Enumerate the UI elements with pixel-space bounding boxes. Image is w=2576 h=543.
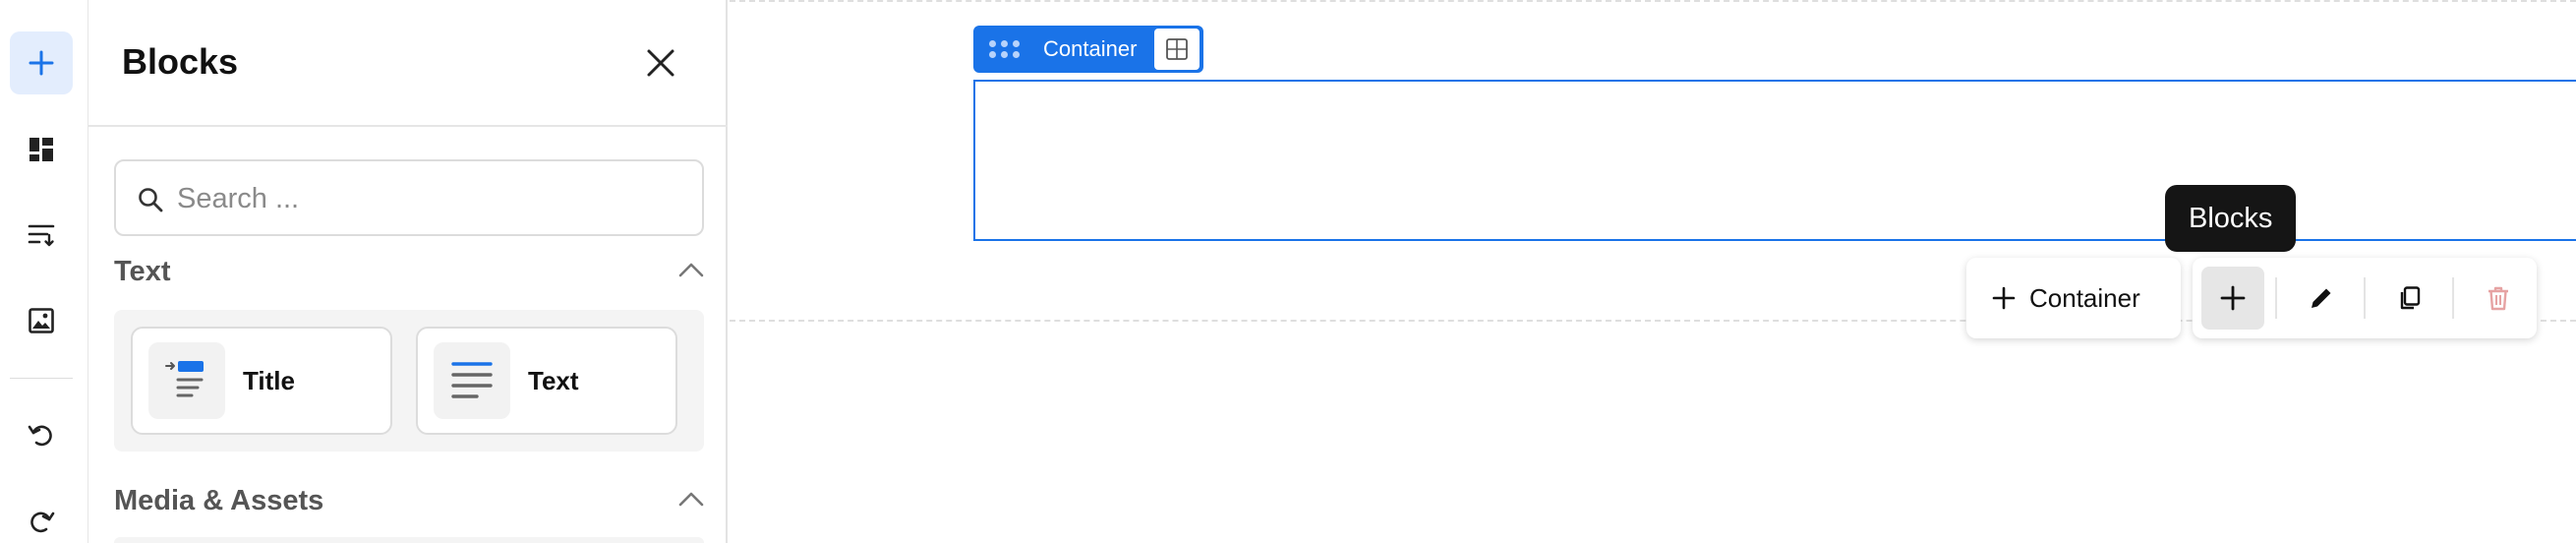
container-label-text: Container bbox=[1043, 36, 1138, 61]
media-blocks-grid bbox=[114, 537, 704, 543]
title-block-icon bbox=[148, 342, 225, 419]
blocks-panel: Blocks Text Title bbox=[88, 0, 728, 543]
chevron-up-icon[interactable] bbox=[678, 491, 704, 507]
add-container-label: Container bbox=[2029, 282, 2140, 313]
editor-canvas: Container Blocks Container bbox=[730, 0, 2576, 543]
container-label[interactable]: Container bbox=[973, 26, 1204, 73]
add-blocks-button[interactable] bbox=[2201, 267, 2264, 330]
dashboard-icon bbox=[29, 138, 53, 161]
plus-icon bbox=[2220, 285, 2246, 311]
image-icon bbox=[29, 308, 54, 333]
left-toolbar bbox=[0, 0, 88, 543]
layout-grid-icon bbox=[1166, 38, 1189, 60]
block-text[interactable]: Text bbox=[416, 327, 677, 435]
toolbar-layout-button[interactable] bbox=[10, 118, 73, 181]
redo-icon bbox=[30, 512, 55, 533]
toolbar-undo-button[interactable] bbox=[10, 403, 73, 466]
search-box bbox=[114, 159, 704, 236]
selected-container[interactable] bbox=[973, 80, 2576, 241]
toolbar-divider bbox=[10, 378, 73, 379]
search-icon bbox=[139, 188, 163, 212]
action-divider bbox=[2364, 277, 2366, 319]
layout-grid-button[interactable] bbox=[1154, 29, 1200, 70]
delete-button[interactable] bbox=[2467, 267, 2530, 330]
chevron-up-icon[interactable] bbox=[678, 262, 704, 277]
block-label: Title bbox=[243, 366, 295, 395]
plus-icon bbox=[1992, 286, 2016, 310]
panel-title: Blocks bbox=[122, 41, 239, 82]
section-header-text[interactable]: Text bbox=[114, 256, 704, 295]
text-blocks-grid: Title Text bbox=[114, 310, 704, 452]
text-block-icon bbox=[434, 342, 510, 419]
block-title[interactable]: Title bbox=[131, 327, 392, 435]
section-title: Text bbox=[114, 256, 171, 287]
copy-icon bbox=[2400, 286, 2421, 310]
action-divider bbox=[2275, 277, 2277, 319]
section-title: Media & Assets bbox=[114, 485, 324, 516]
panel-divider bbox=[88, 125, 728, 127]
toolbar-add-button[interactable] bbox=[10, 31, 73, 94]
section-header-media[interactable]: Media & Assets bbox=[114, 485, 704, 524]
action-divider bbox=[2452, 277, 2454, 319]
close-panel-button[interactable] bbox=[635, 37, 686, 89]
trash-icon bbox=[2488, 286, 2508, 311]
toolbar-media-button[interactable] bbox=[10, 289, 73, 352]
edit-button[interactable] bbox=[2290, 267, 2353, 330]
toolbar-redo-button[interactable] bbox=[10, 490, 73, 543]
sort-icon bbox=[28, 224, 55, 247]
drag-handle-icon[interactable] bbox=[989, 40, 1020, 58]
close-icon bbox=[647, 49, 674, 77]
toolbar-sort-button[interactable] bbox=[10, 203, 73, 266]
undo-icon bbox=[28, 425, 52, 447]
block-label: Text bbox=[528, 366, 579, 395]
pencil-icon bbox=[2312, 288, 2331, 308]
search-input[interactable] bbox=[177, 175, 688, 222]
add-container-button[interactable]: Container bbox=[1966, 258, 2181, 338]
plus-icon bbox=[29, 50, 54, 76]
container-action-bar bbox=[2193, 258, 2537, 338]
tooltip: Blocks bbox=[2165, 185, 2297, 252]
duplicate-button[interactable] bbox=[2378, 267, 2441, 330]
